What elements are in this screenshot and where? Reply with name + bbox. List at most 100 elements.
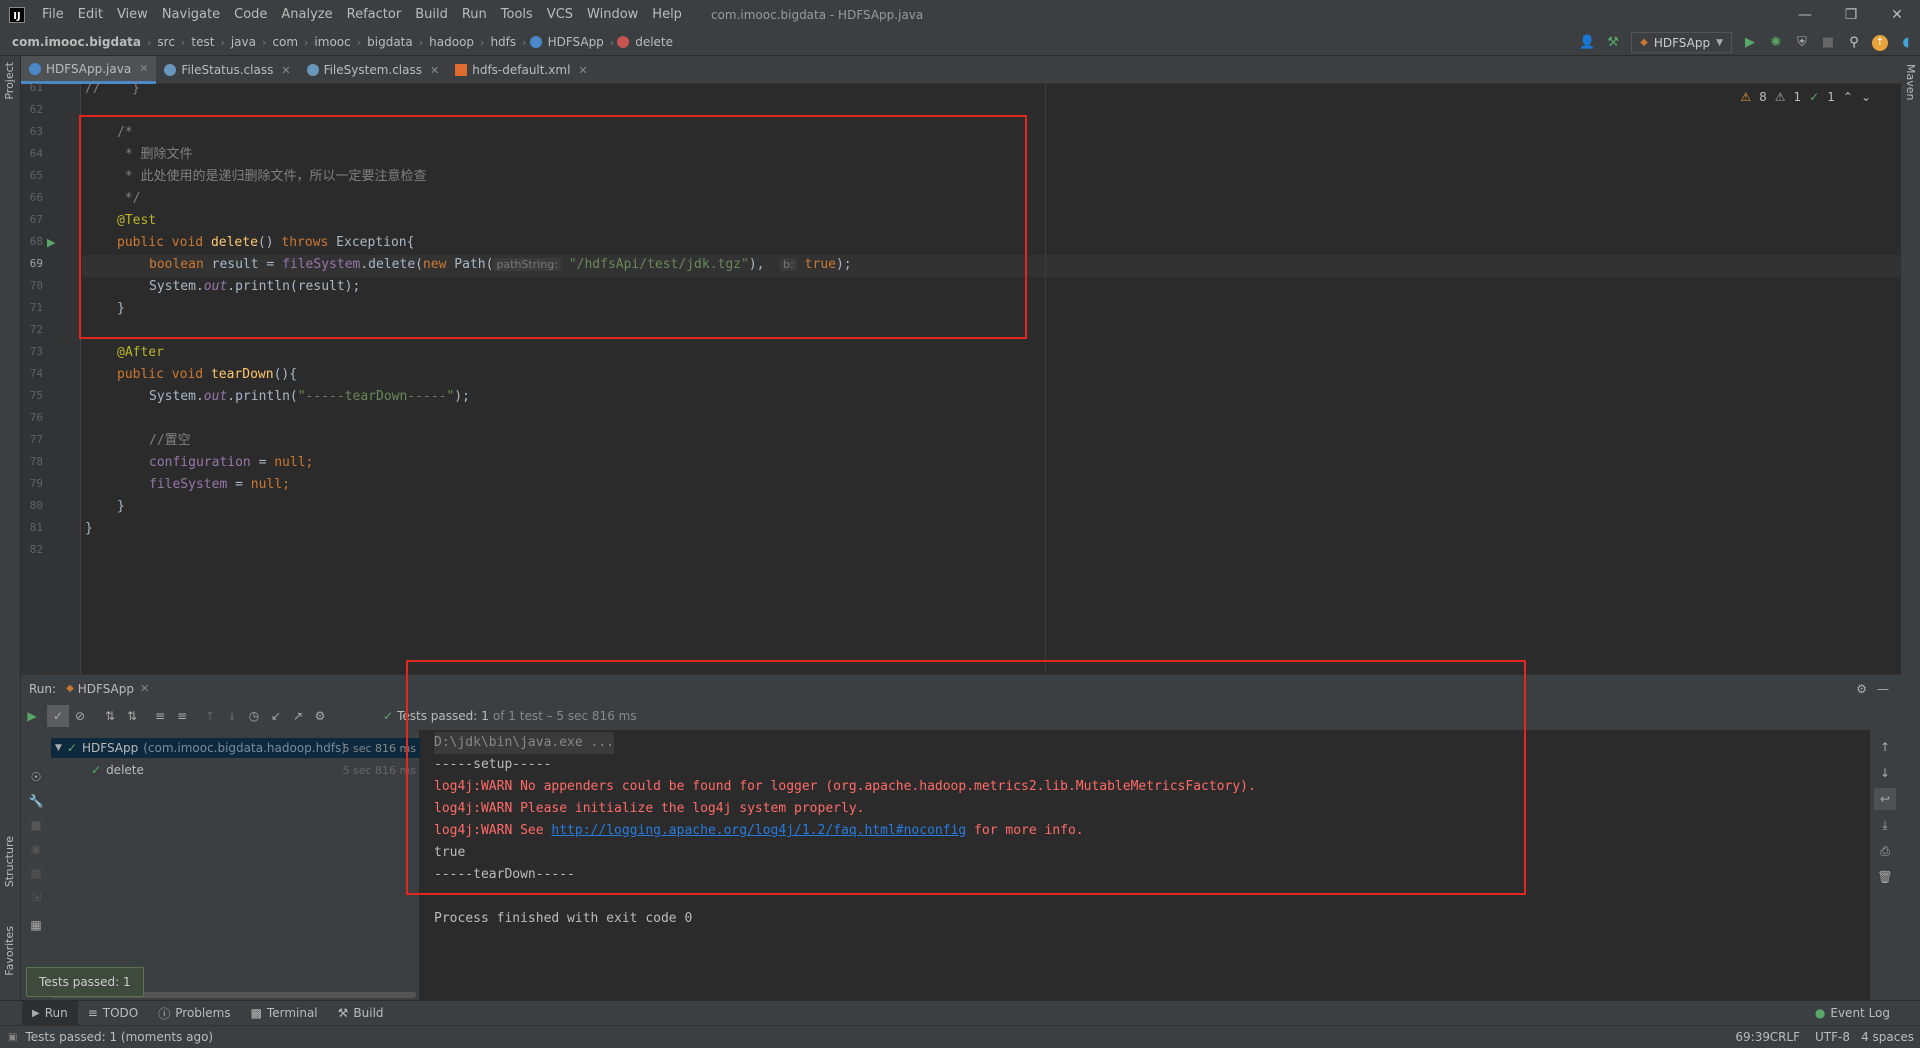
export-tests-icon[interactable]: ↗ [287,705,309,727]
arrow-down-icon[interactable]: ↓ [1874,762,1896,784]
menu-tools[interactable]: Tools [494,0,540,29]
minimize-icon[interactable]: — [1782,0,1828,29]
console-link[interactable]: http://logging.apache.org/log4j/1.2/faq.… [551,823,966,838]
menu-code[interactable]: Code [227,0,274,29]
sort-alpha-icon[interactable]: ⇅ [99,705,121,727]
restore-icon[interactable]: ❐ [1828,0,1874,29]
line-separator[interactable]: CRLF [1770,1030,1800,1044]
breadcrumb-src[interactable]: src [154,35,178,49]
scroll-to-end-icon[interactable]: ⤓ [1874,814,1896,836]
previous-test-icon[interactable]: ↑ [199,705,221,727]
maven-tool-label[interactable]: Maven [1904,64,1917,100]
structure-tool-label[interactable]: Structure [3,836,16,887]
inspection-widget[interactable]: ⚠ 8 ⚠ 1 ✓ 1 ⌃ ⌄ [1740,90,1871,104]
close-icon[interactable]: ✕ [139,62,148,75]
close-icon[interactable]: ✕ [134,682,149,695]
close-icon[interactable]: ✕ [281,64,290,77]
layout-icon[interactable]: ▦ [25,862,47,884]
show-passed-icon[interactable]: ✓ [47,705,69,727]
chevron-up-icon[interactable]: ⌃ [1843,90,1853,104]
run-icon[interactable]: ▶ [1742,35,1758,51]
favorites-tool-label[interactable]: Favorites [3,926,16,976]
menu-window[interactable]: Window [580,0,645,29]
tool-tab-todo[interactable]: ≡ TODO [78,1001,149,1026]
run-config-selector[interactable]: ◆ HDFSApp ▼ [1631,32,1732,53]
event-log-button[interactable]: ● Event Log [1805,1001,1900,1026]
tree-row-delete[interactable]: ✓ delete 5 sec 816 ms [51,760,420,780]
close-icon[interactable]: ✕ [578,64,587,77]
menu-edit[interactable]: Edit [71,0,110,29]
breadcrumb-hdfs[interactable]: hdfs [487,35,519,49]
rerun-icon[interactable]: ▶ [21,705,43,727]
import-tests-icon[interactable]: ↙ [265,705,287,727]
toolbox-icon[interactable]: ◖ [1898,35,1914,51]
trash-icon[interactable]: 🗑 [1874,866,1896,888]
menu-vcs[interactable]: VCS [540,0,580,29]
history-icon[interactable]: ◷ [243,705,265,727]
breadcrumb-com[interactable]: com [269,35,301,49]
expand-all-icon[interactable]: ≡ [149,705,171,727]
sort-duration-icon[interactable]: ⇅ [121,705,143,727]
close-icon[interactable]: ✕ [1874,0,1920,29]
coverage-icon[interactable]: ⛨ [1794,35,1810,51]
menu-view[interactable]: View [110,0,155,29]
layout-icon[interactable]: ▣ [0,1032,17,1043]
menu-analyze[interactable]: Analyze [274,0,339,29]
user-icon[interactable]: 👤 [1579,35,1595,51]
breadcrumb-bigdata[interactable]: bigdata [364,35,416,49]
tool-tab-run[interactable]: ▶ Run [22,1000,78,1026]
soft-wrap-icon[interactable]: ↩ [1874,788,1896,810]
arrow-up-icon[interactable]: ↑ [1874,736,1896,758]
breadcrumb-test[interactable]: test [188,35,217,49]
chevron-down-icon[interactable]: ▼ [55,743,62,753]
search-icon[interactable]: ⚲ [1846,35,1862,51]
cursor-position[interactable]: 69:39 [1735,1030,1770,1044]
breadcrumb-imooc[interactable]: imooc [311,35,353,49]
breadcrumb-method[interactable]: delete [632,35,676,49]
show-ignored-icon[interactable]: ⊘ [69,705,91,727]
menu-help[interactable]: Help [645,0,689,29]
tab-filesystem-class[interactable]: FileSystem.class ✕ [299,56,448,84]
breadcrumb-root[interactable]: com.imooc.bigdata [0,35,144,49]
menu-navigate[interactable]: Navigate [155,0,227,29]
project-tool-label[interactable]: Project [3,62,16,100]
print-icon[interactable]: ⎙ [1874,840,1896,862]
stop-icon[interactable]: ☉ [25,766,47,788]
menu-run[interactable]: Run [455,0,494,29]
collapse-all-icon[interactable]: ≡ [171,705,193,727]
menu-file[interactable]: File [35,0,71,29]
next-test-icon[interactable]: ↓ [221,705,243,727]
chevron-down-icon[interactable]: ⌄ [1861,90,1871,104]
tree-row-hdfsapp[interactable]: ▼ ✓ HDFSApp (com.imooc.bigdata.hadoop.hd… [51,738,420,758]
hide-icon[interactable]: — [1877,682,1889,696]
gear-icon[interactable]: ⚙ [1856,682,1867,696]
tab-hdfs-default-xml[interactable]: hdfs-default.xml ✕ [447,56,595,84]
camera-icon[interactable]: ◉ [25,838,47,860]
tab-filestatus-class[interactable]: FileStatus.class ✕ [156,56,298,84]
stop-square-icon[interactable]: ■ [25,814,47,836]
breadcrumb-hadoop[interactable]: hadoop [426,35,477,49]
wrench-icon[interactable]: 🔧 [25,790,47,812]
tool-tab-build[interactable]: ⚒ Build [328,1001,394,1026]
indent-setting[interactable]: 4 spaces [1861,1030,1914,1044]
grid-icon[interactable]: ▦ [25,914,47,936]
run-tab-label[interactable]: HDFSApp [78,682,134,696]
breadcrumb-java[interactable]: java [228,35,259,49]
close-icon[interactable]: ✕ [430,64,439,77]
file-encoding[interactable]: UTF-8 [1815,1030,1850,1044]
console-output[interactable]: D:\jdk\bin\java.exe ... -----setup----- … [420,730,1870,1000]
code-editor[interactable]: 61 62 63 64 65 66 67 68 69 70 71 72 73 7… [21,81,1901,674]
exit-icon[interactable]: ⇲ [25,886,47,908]
tool-tab-problems[interactable]: ⓘ Problems [148,1001,240,1026]
update-icon[interactable]: ↑ [1872,34,1888,51]
code-text: result = [203,257,283,272]
debug-icon[interactable]: ✺ [1768,35,1784,51]
menu-refactor[interactable]: Refactor [340,0,409,29]
tool-tab-terminal[interactable]: ▩ Terminal [241,1001,328,1026]
menu-build[interactable]: Build [408,0,455,29]
breadcrumb-class[interactable]: HDFSApp [545,35,607,49]
settings-icon[interactable]: ⚙ [309,705,331,727]
build-hammer-icon[interactable]: ⚒ [1605,35,1621,51]
stop-icon[interactable]: ■ [1820,35,1836,51]
run-test-gutter-icon[interactable]: ▶ [47,236,55,249]
